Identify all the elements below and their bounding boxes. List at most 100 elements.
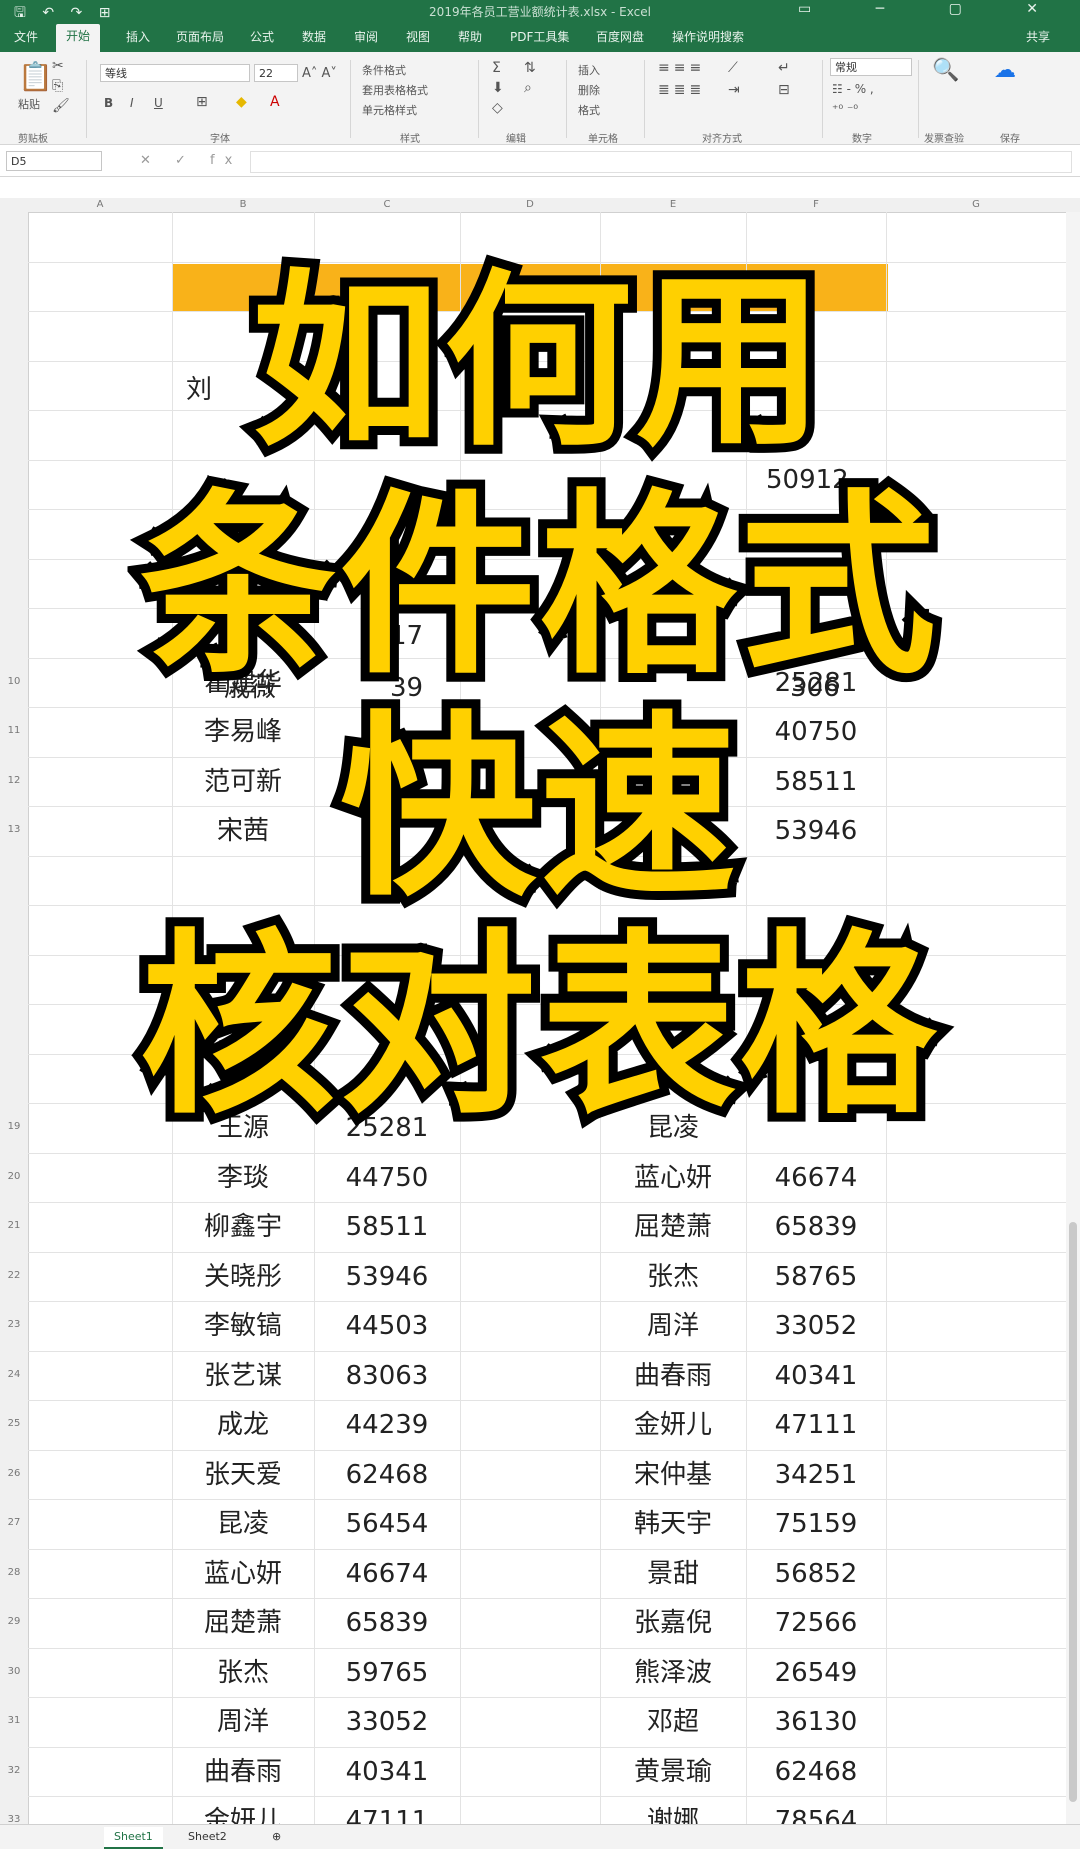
scrollbar-thumb[interactable] <box>1069 1222 1077 1802</box>
cell-b25[interactable]: 成龙 <box>172 1401 314 1449</box>
cell-b31[interactable]: 周洋 <box>172 1698 314 1746</box>
row-header[interactable]: 24 <box>0 1369 28 1380</box>
cell-b24[interactable]: 张艺谋 <box>172 1352 314 1400</box>
cell-e31[interactable]: 邓超 <box>600 1698 746 1746</box>
tab-help[interactable]: 帮助 <box>458 28 482 45</box>
add-sheet-button[interactable]: ⊕ <box>262 1827 291 1847</box>
row-header[interactable]: 22 <box>0 1270 28 1281</box>
cell-c28[interactable]: 46674 <box>314 1550 460 1598</box>
vertical-scrollbar[interactable] <box>1066 212 1080 1824</box>
cell-e26[interactable]: 宋仲基 <box>600 1451 746 1499</box>
align-left-icon[interactable]: ≣≣≣ <box>658 82 705 98</box>
row-header[interactable]: 32 <box>0 1765 28 1776</box>
tab-view[interactable]: 视图 <box>406 28 430 45</box>
tab-data[interactable]: 数据 <box>302 28 326 45</box>
row-header[interactable]: 20 <box>0 1171 28 1182</box>
cell-c27[interactable]: 56454 <box>314 1500 460 1548</box>
row-header[interactable]: 23 <box>0 1319 28 1330</box>
cell-c30[interactable]: 59765 <box>314 1649 460 1697</box>
baidu-save-icon[interactable]: ☁ <box>994 58 1016 83</box>
cell-styles-button[interactable]: 单元格样式 <box>362 102 417 118</box>
format-cells-button[interactable]: 格式 <box>578 102 600 118</box>
row-header[interactable]: 30 <box>0 1666 28 1677</box>
cell-b26[interactable]: 张天爱 <box>172 1451 314 1499</box>
cell-e22[interactable]: 张杰 <box>600 1253 746 1301</box>
cell-f23[interactable]: 33052 <box>746 1302 886 1350</box>
row-header[interactable]: 26 <box>0 1468 28 1479</box>
sheet-tab-2[interactable]: Sheet2 <box>178 1827 237 1847</box>
paste-icon[interactable]: 📋 <box>18 60 53 93</box>
cell-c22[interactable]: 53946 <box>314 1253 460 1301</box>
cell-f31[interactable]: 36130 <box>746 1698 886 1746</box>
tab-page-layout[interactable]: 页面布局 <box>176 28 224 45</box>
cell-c20[interactable]: 44750 <box>314 1154 460 1202</box>
cell-e27[interactable]: 韩天宇 <box>600 1500 746 1548</box>
cell-c25[interactable]: 44239 <box>314 1401 460 1449</box>
wrap-text-icon[interactable]: ↵ <box>778 60 790 76</box>
formula-input[interactable] <box>250 151 1072 173</box>
orientation-icon[interactable]: ⟋ <box>728 60 738 76</box>
format-painter-icon[interactable]: 🖌 <box>52 98 70 114</box>
cell-b23[interactable]: 李敏镐 <box>172 1302 314 1350</box>
tell-me-search[interactable]: 操作说明搜索 <box>672 28 744 45</box>
find-select-icon[interactable]: ⌕ <box>524 80 532 96</box>
fill-icon[interactable]: ⬇ <box>492 80 504 96</box>
cell-e28[interactable]: 景甜 <box>600 1550 746 1598</box>
cell-c21[interactable]: 58511 <box>314 1203 460 1251</box>
cell-f24[interactable]: 40341 <box>746 1352 886 1400</box>
row-header[interactable]: 27 <box>0 1517 28 1528</box>
cell-f20[interactable]: 46674 <box>746 1154 886 1202</box>
cell-c24[interactable]: 83063 <box>314 1352 460 1400</box>
cell-b30[interactable]: 张杰 <box>172 1649 314 1697</box>
cell-f32[interactable]: 62468 <box>746 1748 886 1796</box>
tab-pdf-tools[interactable]: PDF工具集 <box>510 28 569 45</box>
fill-color-icon[interactable]: ◆ <box>236 94 247 110</box>
name-box[interactable]: D5 <box>6 151 102 171</box>
cell-b21[interactable]: 柳鑫宇 <box>172 1203 314 1251</box>
delete-cells-button[interactable]: 删除 <box>578 82 600 98</box>
number-format-select[interactable]: 常规 <box>830 58 912 76</box>
share-button[interactable]: 共享 <box>1026 28 1050 45</box>
cut-icon[interactable]: ✂ <box>52 58 64 74</box>
cell-e21[interactable]: 屈楚萧 <box>600 1203 746 1251</box>
formula-buttons[interactable]: ✕ ✓ fx <box>140 153 242 168</box>
font-color-icon[interactable]: A <box>270 94 280 110</box>
cell-f22[interactable]: 58765 <box>746 1253 886 1301</box>
window-controls[interactable]: ▭ ─ ▢ ✕ <box>798 1 1068 17</box>
tab-home[interactable]: 开始 <box>56 24 101 52</box>
cell-f21[interactable]: 65839 <box>746 1203 886 1251</box>
sheet-tab-1[interactable]: Sheet1 <box>104 1827 163 1849</box>
tab-file[interactable]: 文件 <box>14 28 38 45</box>
row-header[interactable]: 21 <box>0 1220 28 1231</box>
row-header[interactable]: 28 <box>0 1567 28 1578</box>
cell-c26[interactable]: 62468 <box>314 1451 460 1499</box>
conditional-formatting-button[interactable]: 条件格式 <box>362 62 406 78</box>
cell-e25[interactable]: 金妍儿 <box>600 1401 746 1449</box>
row-header[interactable]: 31 <box>0 1715 28 1726</box>
cell-c23[interactable]: 44503 <box>314 1302 460 1350</box>
cell-e24[interactable]: 曲春雨 <box>600 1352 746 1400</box>
bold-button[interactable]: B <box>104 96 113 110</box>
grow-font-button[interactable]: A˄ A˅ <box>302 66 337 81</box>
decimal-buttons[interactable]: ⁺⁰ ⁻⁰ <box>832 102 858 116</box>
invoice-check-icon[interactable]: 🔍 <box>932 58 959 83</box>
font-name-select[interactable]: 等线 <box>100 64 250 82</box>
tab-formulas[interactable]: 公式 <box>250 28 274 45</box>
merge-center-icon[interactable]: ⊟ <box>778 82 790 98</box>
row-header[interactable]: 25 <box>0 1418 28 1429</box>
tab-baidu-netdisk[interactable]: 百度网盘 <box>596 28 644 45</box>
cell-b22[interactable]: 关晓彤 <box>172 1253 314 1301</box>
cell-e30[interactable]: 熊泽波 <box>600 1649 746 1697</box>
align-top-icon[interactable]: ≡≡≡ <box>658 60 705 76</box>
cell-f26[interactable]: 34251 <box>746 1451 886 1499</box>
cell-e32[interactable]: 黄景瑜 <box>600 1748 746 1796</box>
clear-icon[interactable]: ◇ <box>492 100 503 116</box>
cell-b32[interactable]: 曲春雨 <box>172 1748 314 1796</box>
cell-c31[interactable]: 33052 <box>314 1698 460 1746</box>
row-header[interactable]: 29 <box>0 1616 28 1627</box>
cell-b27[interactable]: 昆凌 <box>172 1500 314 1548</box>
font-size-select[interactable]: 22 <box>254 64 298 82</box>
sort-filter-icon[interactable]: ⇅ <box>524 60 536 76</box>
cell-e29[interactable]: 张嘉倪 <box>600 1599 746 1647</box>
insert-cells-button[interactable]: 插入 <box>578 62 600 78</box>
